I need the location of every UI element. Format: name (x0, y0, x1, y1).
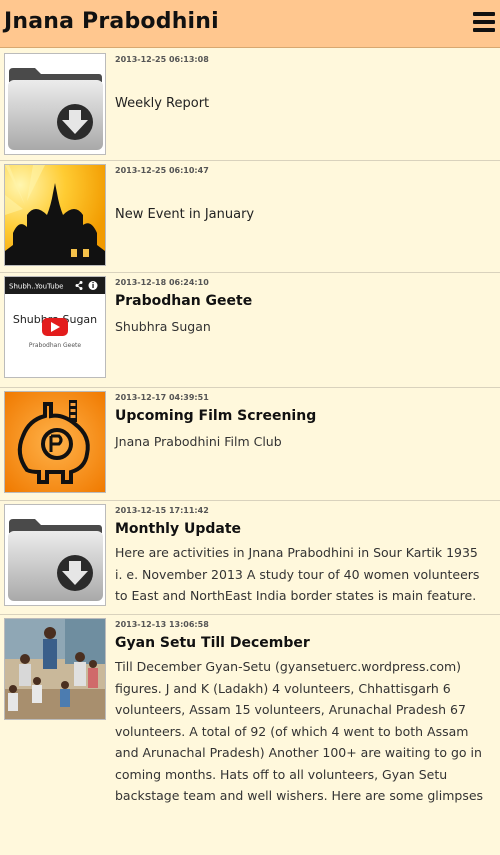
download-folder-icon (4, 504, 106, 606)
feed-item-monthly-update[interactable]: 2013-12-15 17:11:42 Monthly Update Here … (0, 501, 500, 615)
app-header: Jnana Prabodhini (0, 0, 500, 48)
item-timestamp: 2013-12-17 04:39:51 (115, 393, 209, 402)
video-top-label: Shubh... (9, 283, 38, 291)
feed-item-weekly-report[interactable]: 2013-12-25 06:13:08 Weekly Report (0, 50, 500, 161)
hamburger-menu-icon[interactable] (473, 12, 495, 34)
feed-item-new-event[interactable]: 2013-12-25 06:10:47 New Event in January (0, 161, 500, 273)
item-timestamp: 2013-12-25 06:13:08 (115, 55, 209, 64)
feed-item-prabodhan-geete[interactable]: Shubh... YouTube Shubhra Sugan Prabodhan… (0, 273, 500, 388)
temple-silhouette-image (4, 164, 106, 266)
item-text: Here are activities in Jnana Prabodhini … (115, 545, 480, 603)
item-title: Monthly Update (115, 521, 242, 537)
video-subtitle: Prabodhan Geete (29, 342, 82, 349)
youtube-brand: YouTube (34, 283, 63, 291)
item-title: Prabodhan Geete (115, 293, 253, 309)
item-timestamp: 2013-12-18 06:24:10 (115, 278, 209, 287)
youtube-video-thumbnail[interactable]: Shubh... YouTube Shubhra Sugan Prabodhan… (4, 276, 106, 378)
item-text: New Event in January (115, 207, 255, 222)
item-title: Gyan Setu Till December (115, 635, 310, 651)
classroom-photo (4, 618, 106, 720)
youtube-play-icon (42, 318, 68, 336)
item-title: Upcoming Film Screening (115, 408, 317, 424)
item-timestamp: 2013-12-13 13:06:58 (115, 620, 209, 629)
film-club-logo (4, 391, 106, 493)
item-text: Jnana Prabodhini Film Club (115, 434, 282, 449)
item-text: Shubhra Sugan (115, 319, 211, 334)
item-text: Weekly Report (115, 96, 210, 111)
item-timestamp: 2013-12-15 17:11:42 (115, 506, 209, 515)
item-text: Till December Gyan-Setu (gyansetuerc.wor… (115, 659, 484, 803)
download-folder-icon (4, 53, 106, 155)
app-title: Jnana Prabodhini (4, 9, 219, 34)
item-timestamp: 2013-12-25 06:10:47 (115, 166, 209, 175)
feed-item-gyan-setu[interactable]: 2013-12-13 13:06:58 Gyan Setu Till Decem… (0, 615, 500, 855)
info-icon (88, 281, 98, 290)
feed-item-film-screening[interactable]: 2013-12-17 04:39:51 Upcoming Film Screen… (0, 388, 500, 501)
